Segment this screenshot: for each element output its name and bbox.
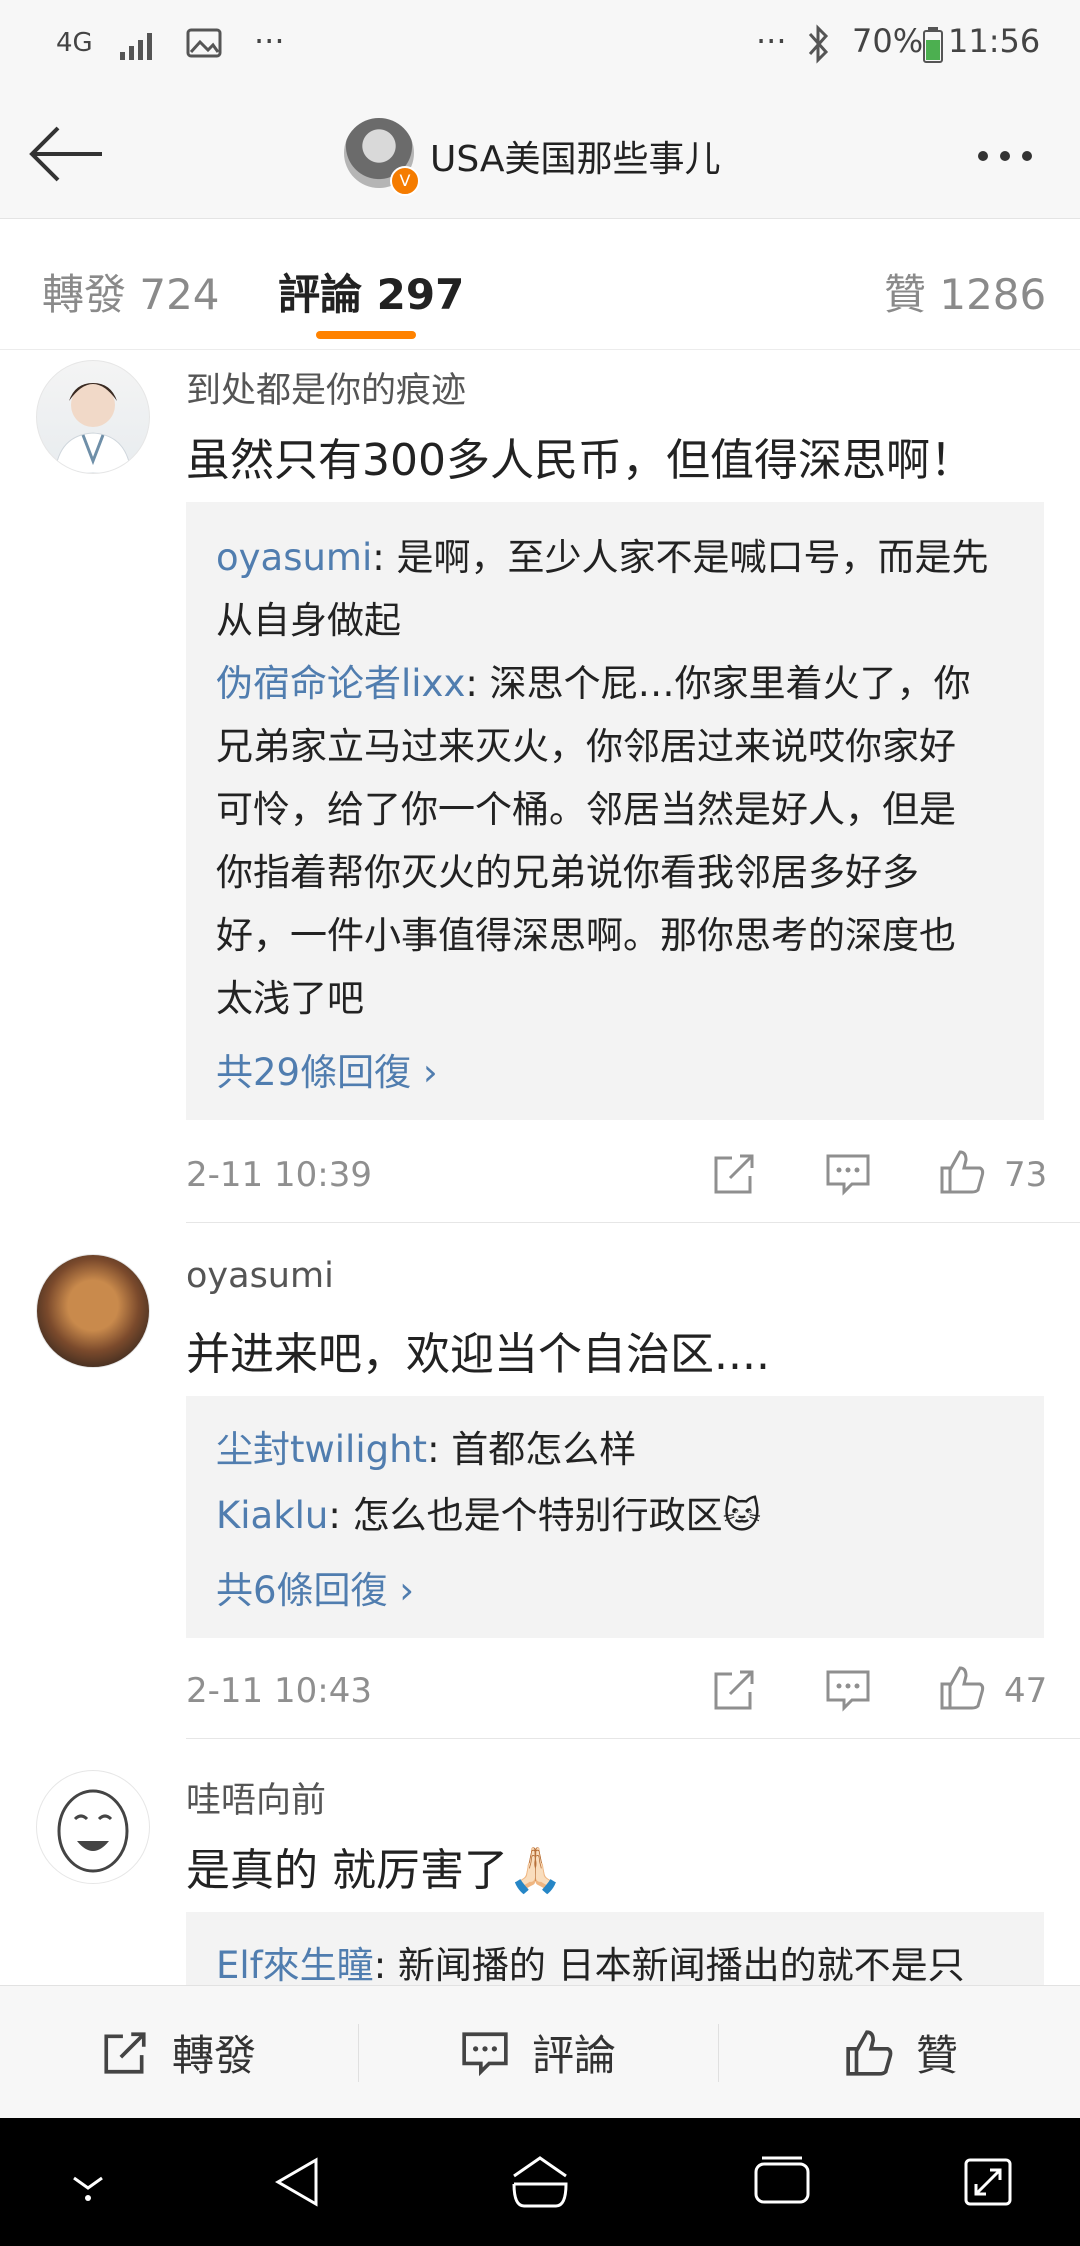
page-title[interactable]: USA美国那些事儿 [430,130,721,182]
tab-reposts[interactable]: 轉發 724 [42,261,220,322]
reply-author[interactable]: oyasumi [216,536,372,579]
reply-author[interactable]: Kiaklu [216,1494,328,1537]
reply-line: 好，一件小事值得深思啊。那你思考的深度也 [216,914,956,957]
nav-home-icon[interactable] [508,2154,572,2210]
bluetooth-icon [808,24,829,64]
system-nav-bar [0,2118,1080,2246]
active-tab-indicator [316,331,416,339]
like-count: 47 [1004,1671,1048,1711]
avatar[interactable] [36,1254,150,1368]
tab-comments[interactable]: 評論 297 [278,261,464,322]
tab-bar: 轉發 724 評論 297 贊 1286 [0,219,1080,350]
back-arrow-icon[interactable] [28,124,108,184]
like-count: 73 [1004,1155,1048,1195]
reply-line: oyasumi: 是啊，至少人家不是喊口号，而是先 [216,536,989,579]
comment-time: 2-11 10:39 [186,1155,372,1195]
comment-text: 虽然只有300多人民币，但值得深思啊！ [186,435,974,486]
like-icon[interactable] [938,1148,986,1196]
comment-username[interactable]: 哇唔向前 [186,1772,326,1823]
reply-preview[interactable]: 尘封twilight: 首都怎么样 Kiaklu: 怎么也是个特别行政区🐱 共6… [186,1396,1044,1638]
nav-recent-icon[interactable] [752,2154,812,2210]
status-bar: 4G ··· ··· 70% 11:56 [0,0,1080,90]
comment-button[interactable]: 評論 [460,1986,616,2119]
repost-button[interactable]: 轉發 [100,1986,256,2119]
nav-back-icon[interactable] [270,2154,326,2210]
comment-label: 評論 [532,2031,617,2080]
reply-line: 可怜，给了你一个桶。邻居当然是好人，但是 [216,788,956,831]
nav-down-icon[interactable] [66,2154,110,2210]
comment-icon[interactable] [824,1150,872,1198]
reply-line: 尘封twilight: 首都怎么样 [216,1428,637,1471]
like-button[interactable]: 贊 [844,1986,958,2119]
reply-author[interactable]: 伪宿命论者lixx [216,662,465,705]
tab-likes[interactable]: 贊 1286 [884,261,1046,322]
comment-time: 2-11 10:43 [186,1671,372,1711]
clock: 11:56 [948,22,1041,60]
repost-label: 轉發 [172,2031,257,2080]
signal-icon [120,33,152,60]
share-icon[interactable] [710,1150,758,1198]
app-header: V USA美国那些事儿 [0,90,1080,219]
more-replies-link[interactable]: 共6條回復 › [216,1560,414,1614]
comment-username[interactable]: oyasumi [186,1256,334,1296]
share-icon [104,2031,146,2074]
comment-username[interactable]: 到处都是你的痕迹 [186,362,466,413]
more-icon[interactable] [978,146,1048,161]
reply-line: 兄弟家立马过来灭火，你邻居过来说哎你家好 [216,725,956,768]
like-icon[interactable] [938,1664,986,1712]
battery-icon [923,27,943,63]
battery-percent: 70% [852,22,924,60]
like-icon [846,2029,893,2076]
network-indicator: 4G [56,28,93,58]
reply-line: 从自身做起 [216,599,401,642]
divider [186,1738,1080,1739]
comment-icon[interactable] [824,1666,872,1714]
more-status-dots: ··· [756,22,787,60]
verified-badge: V [390,166,420,196]
comment-icon [462,2031,508,2076]
bottom-action-bar: 轉發 評論 贊 [0,1985,1080,2119]
image-icon [186,28,222,58]
reply-preview[interactable]: Elf來生瞳: 新闻播的 日本新闻播出的就不是只 [186,1912,1044,1985]
avatar[interactable] [36,1770,150,1884]
nav-expand-icon[interactable] [962,2154,1014,2210]
reply-line: 伪宿命论者lixx: 深思个屁…你家里着火了，你 [216,662,971,705]
avatar[interactable] [36,360,150,474]
divider [718,2024,719,2082]
reply-line: Kiaklu: 怎么也是个特别行政区🐱 [216,1494,762,1537]
like-label: 贊 [916,2031,959,2080]
divider [358,2024,359,2082]
more-replies-link[interactable]: 共29條回復 › [216,1042,438,1096]
divider [186,1222,1080,1223]
reply-preview[interactable]: oyasumi: 是啊，至少人家不是喊口号，而是先 从自身做起 伪宿命论者lix… [186,502,1044,1120]
comment-text: 是真的 就厉害了🙏🏻 [186,1845,563,1896]
reply-line: Elf來生瞳: 新闻播的 日本新闻播出的就不是只 [216,1944,965,1985]
reply-author[interactable]: 尘封twilight [216,1428,427,1471]
reply-line: 太浅了吧 [216,977,364,1020]
comment-text: 并进来吧，欢迎当个自治区.... [186,1329,770,1380]
reply-author[interactable]: Elf來生瞳 [216,1944,374,1985]
share-icon[interactable] [710,1666,758,1714]
reply-line: 你指着帮你灭火的兄弟说你看我邻居多好多 [216,851,919,894]
notification-dots: ··· [254,22,285,60]
